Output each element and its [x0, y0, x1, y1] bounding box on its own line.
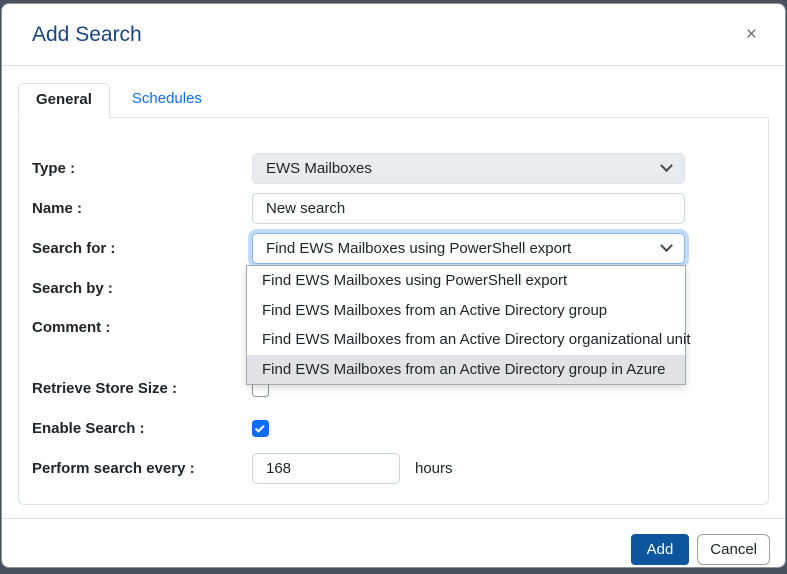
tab-general[interactable]: General [18, 83, 110, 118]
general-tab-panel: Type : EWS Mailboxes Name : Search for :… [18, 118, 769, 505]
search-for-select-value: Find EWS Mailboxes using PowerShell expo… [266, 240, 571, 257]
perform-search-every-row: Perform search every : hours [32, 453, 755, 484]
search-for-label: Search for : [32, 239, 252, 259]
perform-search-every-input[interactable] [252, 453, 400, 484]
close-icon[interactable]: × [746, 25, 757, 44]
enable-search-label: Enable Search : [32, 419, 252, 439]
check-icon [255, 423, 265, 433]
add-search-dialog: Add Search × General Schedules Type : EW… [1, 3, 786, 568]
dropdown-option[interactable]: Find EWS Mailboxes from an Active Direct… [247, 325, 685, 355]
name-input[interactable] [252, 193, 685, 224]
dropdown-option[interactable]: Find EWS Mailboxes from an Active Direct… [247, 296, 685, 326]
type-label: Type : [32, 159, 252, 179]
tab-bar: General Schedules [18, 83, 769, 118]
retrieve-store-size-label: Retrieve Store Size : [32, 379, 252, 399]
dropdown-option[interactable]: Find EWS Mailboxes using PowerShell expo… [247, 266, 685, 296]
tab-schedules[interactable]: Schedules [110, 83, 224, 117]
dialog-header: Add Search × [2, 4, 785, 66]
comment-label: Comment : [32, 318, 252, 338]
type-select-value: EWS Mailboxes [266, 160, 372, 177]
dialog-body: General Schedules Type : EWS Mailboxes N… [2, 66, 785, 505]
type-select[interactable]: EWS Mailboxes [252, 153, 685, 184]
dialog-title: Add Search [32, 23, 142, 47]
dialog-footer: Add Cancel [2, 518, 785, 568]
type-row: Type : EWS Mailboxes [32, 153, 755, 184]
perform-search-every-label: Perform search every : [32, 459, 252, 479]
search-by-label: Search by : [32, 279, 252, 299]
search-for-dropdown-menu: Find EWS Mailboxes using PowerShell expo… [246, 265, 686, 385]
add-button[interactable]: Add [631, 534, 690, 565]
dropdown-option[interactable]: Find EWS Mailboxes from an Active Direct… [247, 355, 685, 385]
hours-unit-label: hours [415, 460, 453, 477]
search-for-row: Search for : Find EWS Mailboxes using Po… [32, 233, 755, 264]
enable-search-row: Enable Search : [32, 413, 755, 444]
chevron-down-icon [660, 159, 673, 172]
chevron-down-icon [660, 239, 673, 252]
enable-search-checkbox[interactable] [252, 420, 269, 437]
cancel-button[interactable]: Cancel [697, 534, 770, 565]
name-label: Name : [32, 199, 252, 219]
name-row: Name : [32, 193, 755, 224]
search-for-select[interactable]: Find EWS Mailboxes using PowerShell expo… [252, 233, 685, 264]
